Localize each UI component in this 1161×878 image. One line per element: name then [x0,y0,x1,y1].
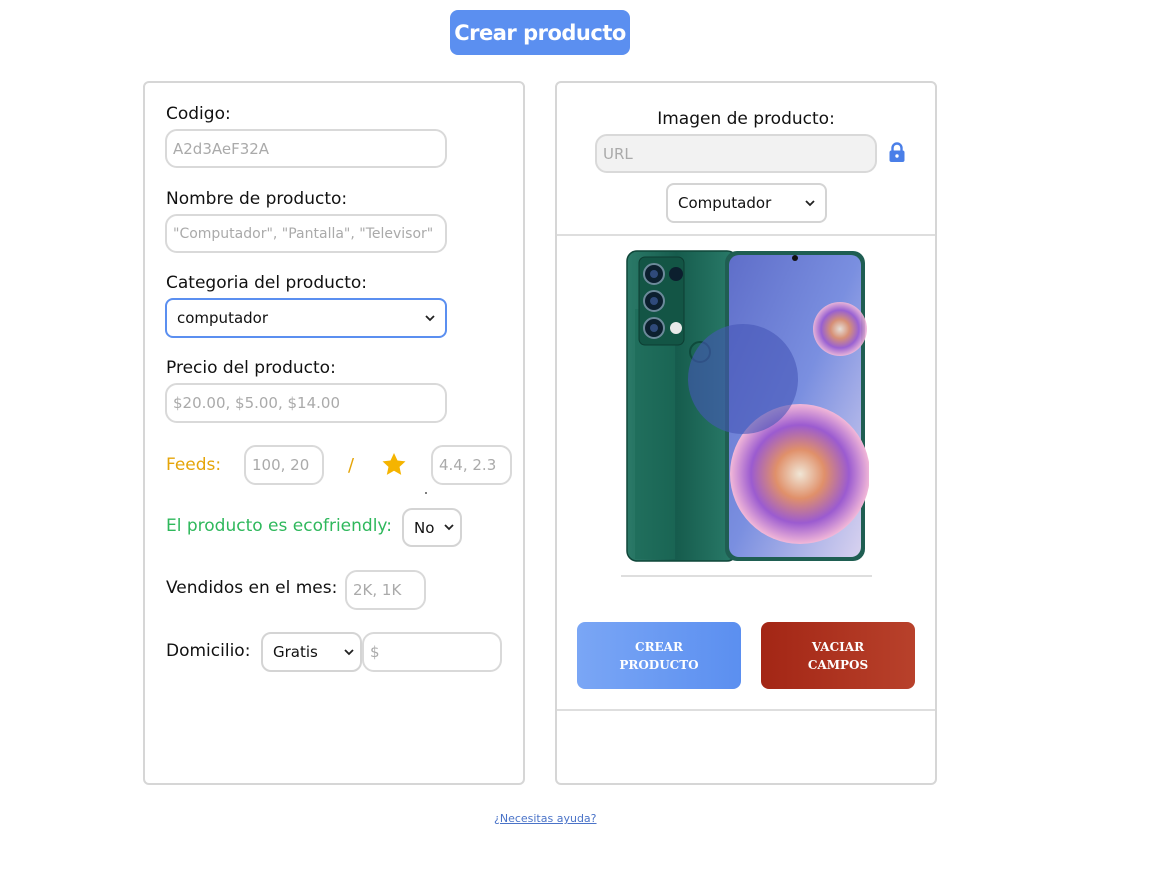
feeds-input[interactable]: 100, 20 [244,445,324,485]
feeds-label: Feeds: [166,455,222,475]
delivery-price-input[interactable]: $ [362,632,502,672]
price-label: Precio del producto: [166,358,336,378]
image-label: Imagen de producto: [657,109,835,129]
actions-section-divider [557,709,935,711]
ecofriendly-label: El producto es ecofriendly: [166,516,392,536]
product-form-panel [143,81,525,785]
rating-input[interactable]: 4.4, 2.3 [431,445,512,485]
ecofriendly-select-value: No [414,518,435,537]
category-select-value: computador [177,309,269,327]
product-image [625,249,870,567]
help-link[interactable]: ¿Necesitas ayuda? [494,812,597,825]
code-input[interactable]: A2d3AeF32A [165,129,447,168]
code-label: Codigo: [166,104,231,124]
image-underline [621,575,872,577]
chevron-down-icon [344,646,354,659]
chevron-down-icon [425,312,435,325]
image-url-input[interactable]: URL [595,134,877,173]
delivery-select[interactable]: Gratis [261,632,362,672]
dot-mark [425,492,427,494]
create-product-title-button[interactable]: Crear producto [450,10,630,55]
product-type-select-value: Computador [678,194,772,212]
lock-icon[interactable] [888,142,906,167]
price-input[interactable]: $20.00, $5.00, $14.00 [165,383,447,423]
product-type-select[interactable]: Computador [666,183,827,223]
ecofriendly-select[interactable]: No [402,508,462,547]
chevron-down-icon [444,521,454,534]
name-input[interactable]: "Computador", "Pantalla", "Televisor" [165,214,447,253]
star-icon [380,451,408,482]
create-product-button-label: CREAR PRODUCTO [619,639,699,672]
feeds-separator: / [348,455,355,476]
sold-label: Vendidos en el mes: [166,578,338,598]
image-section-divider [557,234,935,236]
create-product-button[interactable]: CREAR PRODUCTO [577,622,741,689]
category-label: Categoria del producto: [166,273,368,293]
name-label: Nombre de producto: [166,189,348,209]
delivery-label: Domicilio: [166,641,251,661]
clear-fields-button-label: VACIAR CAMPOS [807,639,869,672]
category-select[interactable]: computador [165,298,447,338]
clear-fields-button[interactable]: VACIAR CAMPOS [761,622,915,689]
chevron-down-icon [805,197,815,210]
delivery-select-value: Gratis [273,643,318,661]
sold-input[interactable]: 2K, 1K [345,570,426,610]
